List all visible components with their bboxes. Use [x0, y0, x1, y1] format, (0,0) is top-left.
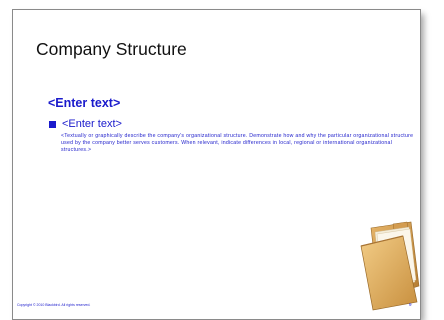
copyright-text: Copyright © 2010 Blackbird. All rights r… — [17, 303, 91, 307]
folder-icon — [353, 220, 420, 312]
bullet-marker-icon — [49, 120, 56, 128]
bullet-item: <Enter text> — [49, 118, 122, 130]
slide: Company Structure <Enter text> <Enter te… — [13, 10, 420, 319]
slide-subtitle: <Enter text> — [48, 96, 121, 110]
slide-title: Company Structure — [36, 39, 187, 59]
page-number: 9 — [409, 302, 412, 307]
body-text: <Textually or graphically describe the c… — [61, 133, 414, 154]
bullet-text: <Enter text> — [62, 118, 122, 130]
page: Company Structure <Enter text> <Enter te… — [0, 0, 444, 320]
